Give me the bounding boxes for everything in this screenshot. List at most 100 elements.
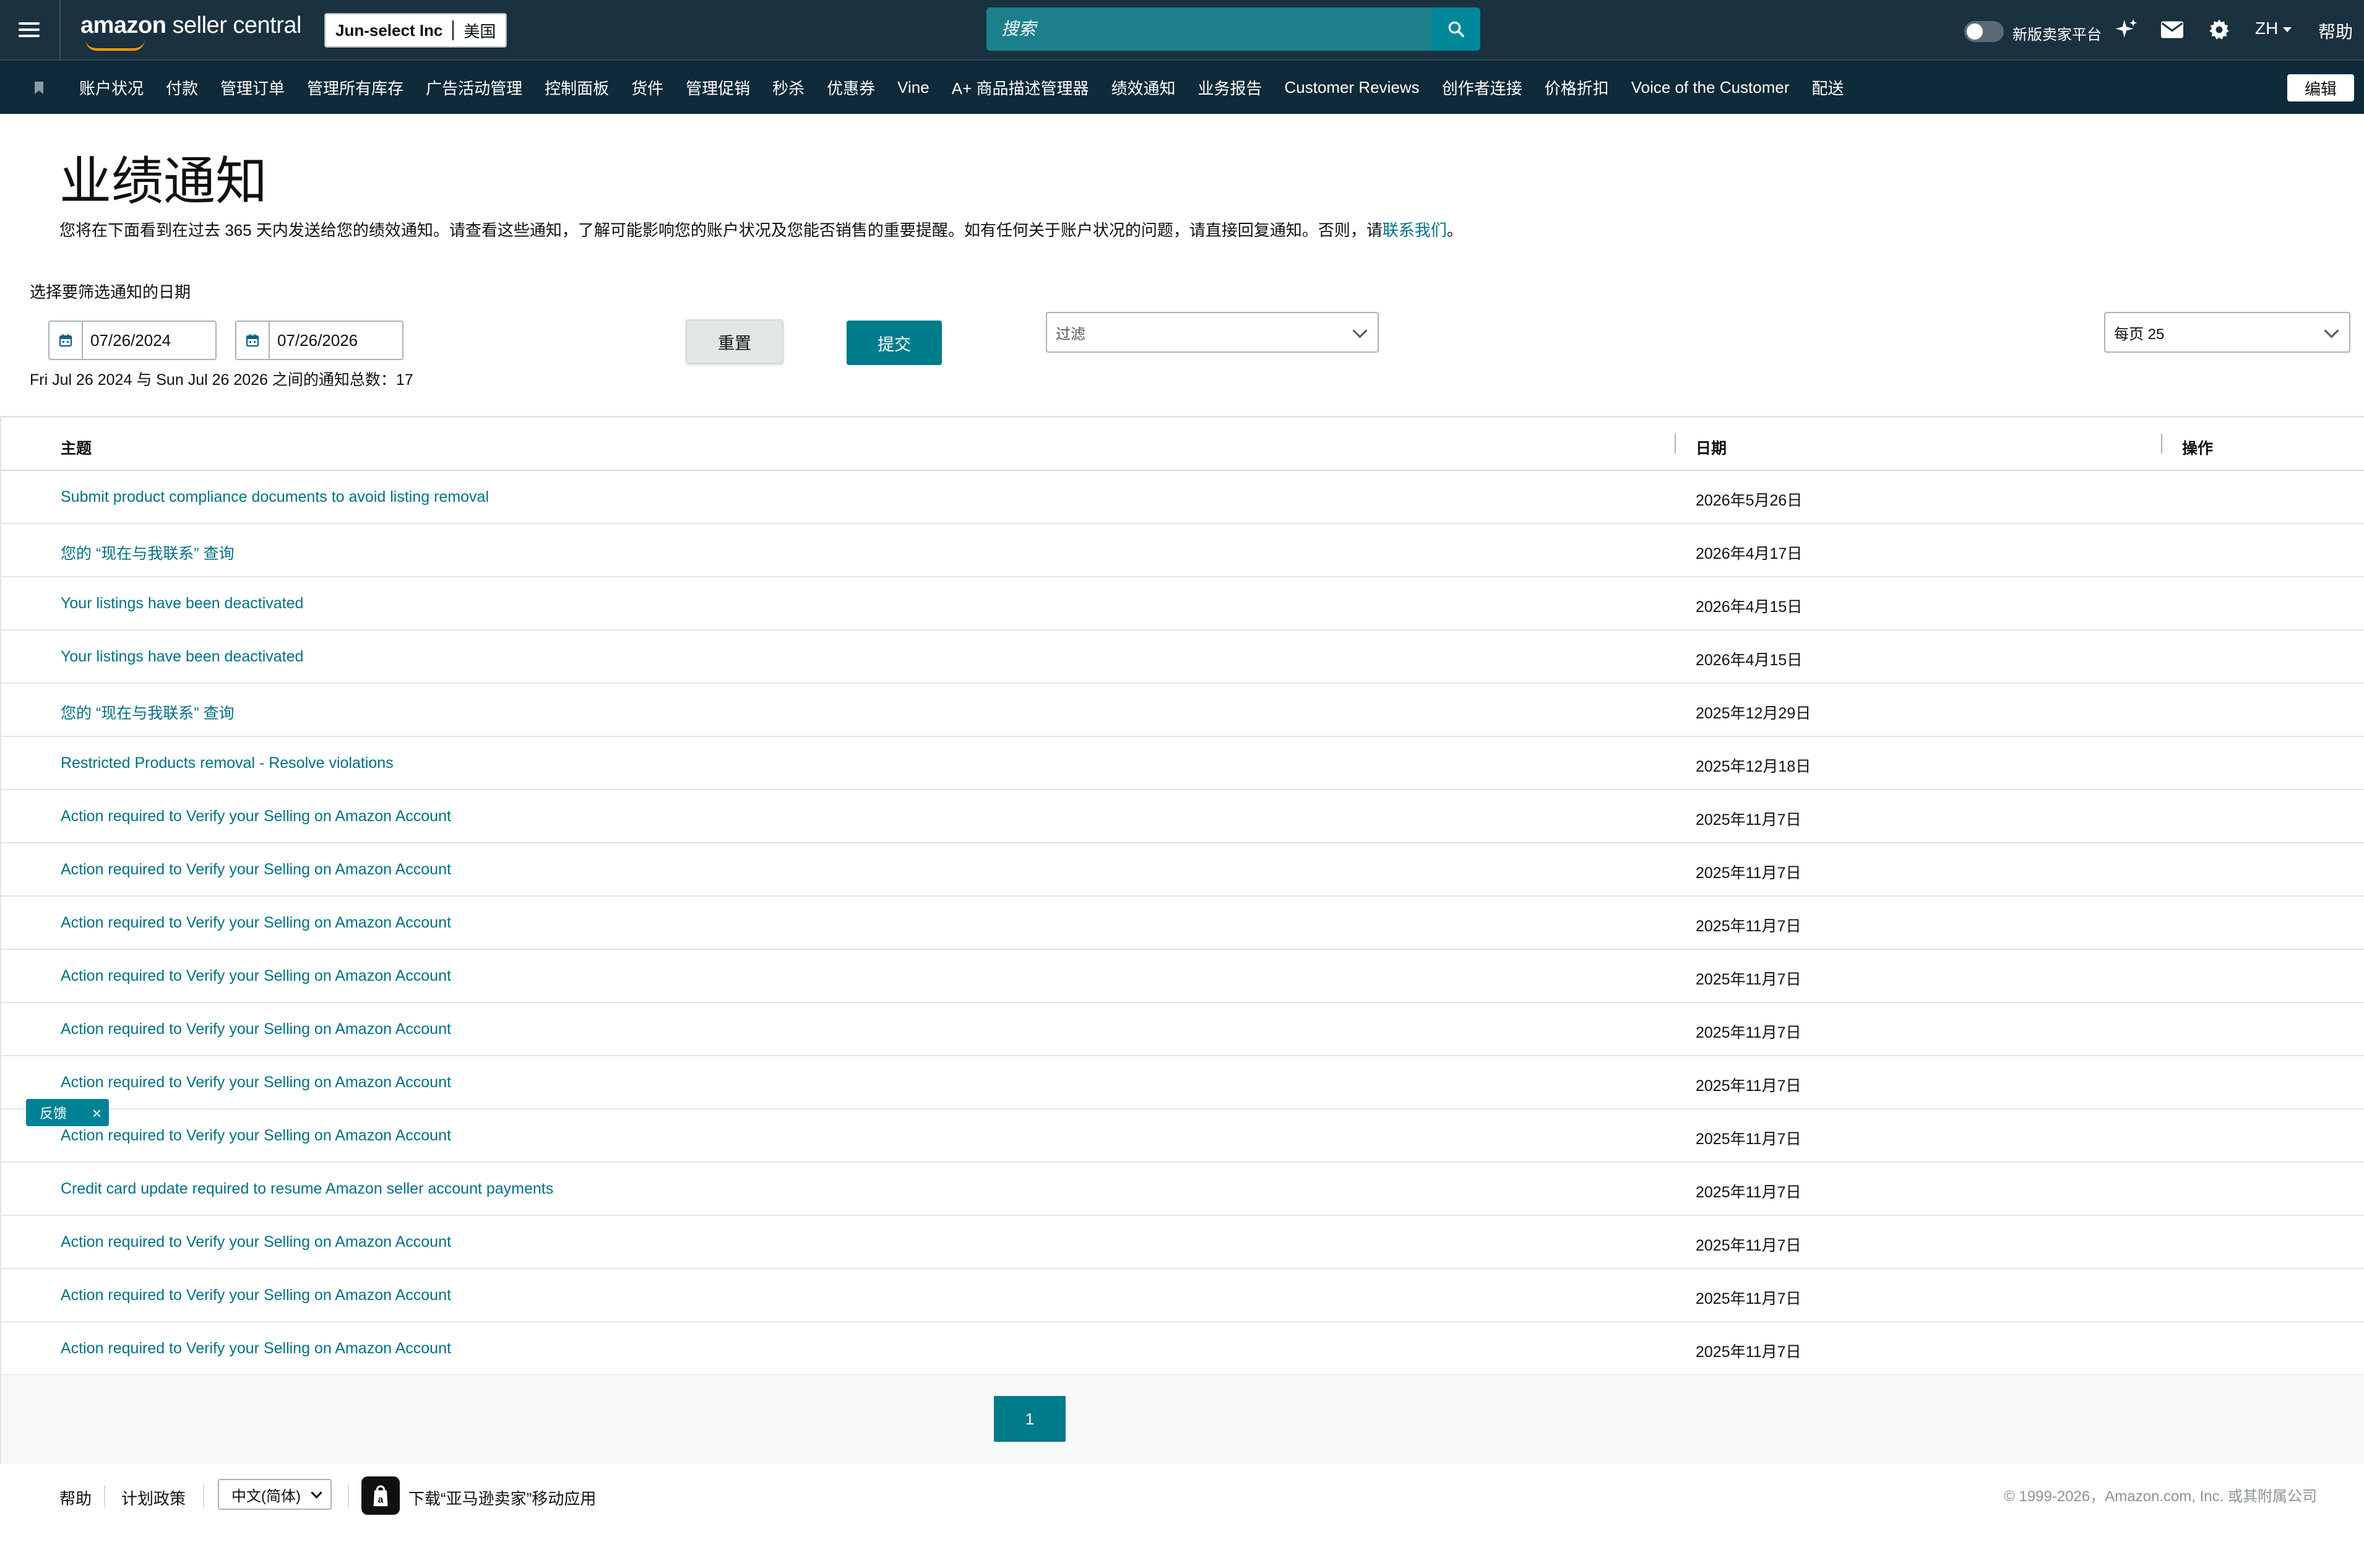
sparkle-icon[interactable] <box>2114 17 2139 42</box>
notification-subject-link[interactable]: Action required to Verify your Selling o… <box>61 1233 451 1251</box>
menu-icon[interactable] <box>19 19 40 40</box>
notification-date: 2025年11月7日 <box>1696 1343 1801 1361</box>
notification-subject-link[interactable]: Credit card update required to resume Am… <box>61 1180 553 1198</box>
download-app-link[interactable]: 下载“亚马逊卖家”移动应用 <box>408 1486 596 1509</box>
nav-item-manage-inventory[interactable]: 管理所有库存 <box>307 76 403 99</box>
nav-bar: 账户状况 付款 管理订单 管理所有库存 广告活动管理 控制面板 货件 管理促销 … <box>0 59 2364 114</box>
nav-item-account-health[interactable]: 账户状况 <box>79 76 144 99</box>
notifications-table: 主题 日期 操作 Submit product compliance docum… <box>0 416 2364 1376</box>
amazon-seller-central-logo[interactable]: amazon seller central <box>80 12 301 51</box>
table-row: Action required to Verify your Selling o… <box>1 1322 2364 1376</box>
nav-item-performance-notifications[interactable]: 绩效通知 <box>1111 76 1175 99</box>
feedback-tab[interactable]: 反馈 × <box>26 1099 109 1126</box>
notification-subject-link[interactable]: Action required to Verify your Selling o… <box>61 967 451 985</box>
pagination-area: 1 <box>0 1375 2364 1464</box>
notification-subject-link[interactable]: Action required to Verify your Selling o… <box>61 914 451 932</box>
nav-item-deals[interactable]: 秒杀 <box>772 76 805 99</box>
table-row: Action required to Verify your Selling o… <box>1 1216 2364 1269</box>
notification-subject-link[interactable]: Restricted Products removal - Resolve vi… <box>61 754 394 772</box>
footer-language-value: 中文(简体) <box>231 1488 301 1505</box>
nav-item-a-plus-manager[interactable]: A+ 商品描述管理器 <box>952 76 1089 99</box>
nav-item-coupons[interactable]: 优惠券 <box>827 76 875 99</box>
nav-item-price-discounts[interactable]: 价格折扣 <box>1545 76 1609 99</box>
notification-subject-link[interactable]: 您的 “现在与我联系” 查询 <box>61 541 235 564</box>
footer-help-link[interactable]: 帮助 <box>59 1486 92 1509</box>
table-row: Action required to Verify your Selling o… <box>1 843 2364 897</box>
notification-date: 2025年11月7日 <box>1696 864 1801 882</box>
account-divider <box>452 20 454 40</box>
submit-button[interactable]: 提交 <box>847 321 942 365</box>
nav-item-manage-orders[interactable]: 管理订单 <box>220 76 285 99</box>
notification-subject-link[interactable]: Action required to Verify your Selling o… <box>61 1020 451 1038</box>
contact-us-link[interactable]: 联系我们 <box>1383 221 1447 239</box>
column-header-subject[interactable]: 主题 <box>61 436 92 459</box>
notification-subject-link[interactable]: Action required to Verify your Selling o… <box>61 1127 451 1145</box>
footer-policies-link[interactable]: 计划政策 <box>121 1486 186 1509</box>
per-page-select[interactable]: 每页 25 <box>2104 312 2350 353</box>
notification-subject-link[interactable]: Action required to Verify your Selling o… <box>61 861 451 879</box>
notification-date: 2025年11月7日 <box>1696 811 1801 829</box>
nav-item-fulfillment[interactable]: 配送 <box>1812 76 1844 99</box>
page-description: 您将在下面看到在过去 365 天内发送给您的绩效通知。请查看这些通知，了解可能影… <box>59 218 1463 241</box>
search-button[interactable] <box>1432 7 1480 51</box>
close-icon[interactable]: × <box>92 1104 101 1123</box>
date-filter-label: 选择要筛选通知的日期 <box>30 283 191 301</box>
notification-subject-link[interactable]: Action required to Verify your Selling o… <box>61 1286 451 1304</box>
notification-subject-link[interactable]: 您的 “现在与我联系” 查询 <box>61 701 235 723</box>
nav-item-creator-connections[interactable]: 创作者连接 <box>1442 76 1522 99</box>
seller-app-icon[interactable]: a <box>361 1476 400 1515</box>
new-platform-toggle[interactable] <box>1964 21 2004 42</box>
gear-icon[interactable] <box>2207 17 2232 42</box>
table-row: 您的 “现在与我联系” 查询 2026年4月17日 <box>1 524 2364 577</box>
end-date-input[interactable] <box>270 322 402 359</box>
table-row: Credit card update required to resume Am… <box>1 1163 2364 1216</box>
table-row: Action required to Verify your Selling o… <box>1 1056 2364 1109</box>
description-text: 您将在下面看到在过去 365 天内发送给您的绩效通知。请查看这些通知，了解可能影… <box>59 221 1383 239</box>
chevron-down-icon <box>2324 323 2339 338</box>
help-link[interactable]: 帮助 <box>2318 19 2353 43</box>
language-selector[interactable]: ZH <box>2255 19 2292 38</box>
table-row: Action required to Verify your Selling o… <box>1 1003 2364 1056</box>
filter-select[interactable]: 过滤 <box>1046 312 1379 353</box>
notification-date: 2026年4月15日 <box>1696 598 1803 616</box>
nav-item-promotions[interactable]: 管理促销 <box>686 76 750 99</box>
edit-nav-button[interactable]: 编辑 <box>2287 74 2354 101</box>
nav-item-business-reports[interactable]: 业务报告 <box>1198 76 1262 99</box>
nav-item-shipments[interactable]: 货件 <box>631 76 663 99</box>
calendar-icon[interactable] <box>236 322 270 359</box>
calendar-icon[interactable] <box>50 322 83 359</box>
notification-subject-link[interactable]: Your listings have been deactivated <box>61 595 303 613</box>
notification-date: 2025年11月7日 <box>1696 1184 1801 1201</box>
footer-language-select[interactable]: 中文(简体) <box>218 1479 332 1510</box>
mail-icon[interactable] <box>2160 17 2185 42</box>
reset-button[interactable]: 重置 <box>686 319 783 364</box>
column-header-date[interactable]: 日期 <box>1696 436 1727 459</box>
chevron-down-icon <box>2283 27 2292 32</box>
notification-subject-link[interactable]: Action required to Verify your Selling o… <box>61 1074 451 1092</box>
nav-item-campaign-manager[interactable]: 广告活动管理 <box>426 76 522 99</box>
notification-subject-link[interactable]: Your listings have been deactivated <box>61 648 303 666</box>
notification-date: 2026年4月17日 <box>1696 545 1803 562</box>
notification-date: 2025年11月7日 <box>1696 971 1801 988</box>
notification-date: 2026年4月15日 <box>1696 652 1803 669</box>
notification-subject-link[interactable]: Action required to Verify your Selling o… <box>61 808 451 825</box>
nav-item-customer-reviews[interactable]: Customer Reviews <box>1285 78 1420 97</box>
nav-item-voice-of-customer[interactable]: Voice of the Customer <box>1631 78 1790 97</box>
notification-subject-link[interactable]: Submit product compliance documents to a… <box>61 488 489 506</box>
bookmark-icon[interactable] <box>35 82 43 94</box>
search-icon <box>1448 21 1464 37</box>
notification-date: 2025年11月7日 <box>1696 1131 1801 1148</box>
page-button-1[interactable]: 1 <box>994 1396 1066 1442</box>
notification-subject-link[interactable]: Action required to Verify your Selling o… <box>61 1340 451 1358</box>
search-input[interactable] <box>986 7 1432 51</box>
start-date-input[interactable] <box>83 322 215 359</box>
table-row: Action required to Verify your Selling o… <box>1 1109 2364 1163</box>
account-switcher[interactable]: Jun-select Inc 美国 <box>324 13 507 48</box>
end-date-picker <box>235 321 403 360</box>
new-platform-toggle-label: 新版卖家平台 <box>2012 27 2102 43</box>
footer-divider <box>104 1485 105 1507</box>
nav-item-payments[interactable]: 付款 <box>166 76 198 99</box>
nav-item-vine[interactable]: Vine <box>897 78 930 97</box>
nav-item-dashboard[interactable]: 控制面板 <box>545 76 609 99</box>
table-row: 您的 “现在与我联系” 查询 2025年12月29日 <box>1 684 2364 737</box>
